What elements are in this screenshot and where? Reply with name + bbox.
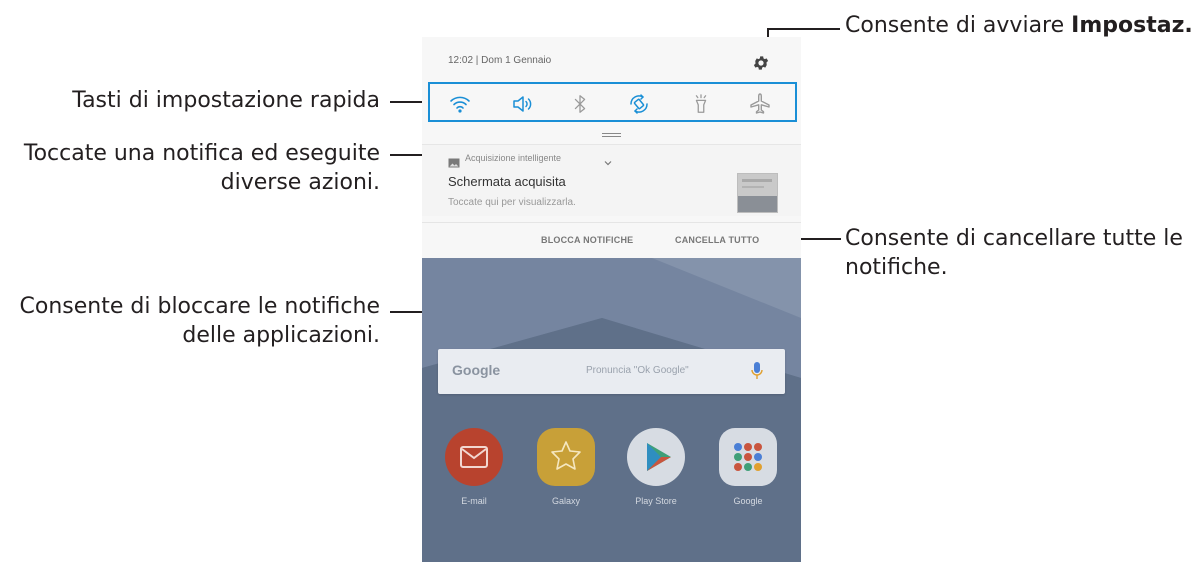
callout-clear-all-line1: Consente di cancellare tutte le [845, 226, 1183, 251]
status-bar: 12:02 | Dom 1 Gennaio [422, 37, 801, 83]
airplane-icon[interactable] [745, 89, 775, 119]
notification-title: Schermata acquisita [448, 174, 566, 189]
sound-icon[interactable] [507, 89, 537, 119]
notification-card[interactable]: Acquisizione intelligente Schermata acqu… [422, 144, 801, 216]
app-label-play-store: Play Store [635, 496, 677, 506]
quick-settings-row [422, 83, 801, 123]
callout-clear-all: Consente di cancellare tutte le notifich… [845, 225, 1194, 282]
block-notifications-button[interactable]: BLOCCA NOTIFICHE [541, 235, 633, 245]
home-screen: Google Pronuncia "Ok Google" E-mail Gala… [422, 258, 801, 562]
auto-rotate-icon[interactable] [624, 89, 654, 119]
google-logo: Google [452, 362, 501, 378]
gallery-icon [448, 153, 460, 168]
app-label-google: Google [733, 496, 763, 506]
phone-screen: 12:02 | Dom 1 Gennaio Acquisizione intel… [422, 37, 801, 562]
app-label-email: E-mail [461, 496, 487, 506]
callout-clear-all-line2: notifiche. [845, 254, 948, 280]
google-search-bar[interactable]: Google Pronuncia "Ok Google" [438, 349, 785, 394]
callout-block: Consente di bloccare le notifiche delle … [0, 293, 380, 350]
wifi-icon[interactable] [445, 89, 475, 119]
callout-notification-line2: diverse azioni. [220, 169, 380, 195]
callout-block-line2: delle applicazioni. [182, 322, 380, 348]
search-hint: Pronuncia "Ok Google" [586, 365, 689, 376]
settings-icon[interactable] [752, 54, 770, 72]
callout-quick-settings: Tasti di impostazione rapida [72, 88, 380, 113]
leader-settings [767, 28, 840, 30]
home-wallpaper [422, 258, 801, 562]
app-icon-play-store[interactable] [627, 428, 685, 486]
notification-app-name: Acquisizione intelligente [465, 153, 562, 163]
notification-actions: BLOCCA NOTIFICHE CANCELLA TUTTO [422, 222, 801, 258]
flashlight-icon[interactable] [686, 89, 716, 119]
drag-handle[interactable] [602, 133, 621, 137]
app-icon-google-folder[interactable] [719, 428, 777, 486]
callout-settings: Consente di avviare Impostaz. [845, 12, 1194, 41]
clear-all-button[interactable]: CANCELLA TUTTO [675, 235, 759, 245]
callout-block-line1: Consente di bloccare le notifiche [19, 294, 380, 319]
chevron-down-icon[interactable] [603, 153, 613, 166]
callout-settings-bold: Impostaz. [1071, 13, 1193, 38]
bluetooth-icon[interactable] [565, 89, 595, 119]
callout-settings-prefix: Consente di avviare [845, 13, 1072, 38]
app-icon-galaxy[interactable] [537, 428, 595, 486]
app-label-galaxy: Galaxy [551, 496, 580, 506]
notification-subtitle: Toccate qui per visualizzarla. [448, 197, 576, 208]
screenshot-thumbnail [737, 173, 778, 213]
microphone-icon[interactable] [749, 361, 765, 381]
callout-notification: Toccate una notifica ed eseguite diverse… [0, 140, 380, 197]
status-date: 12:02 | Dom 1 Gennaio [448, 55, 552, 66]
app-icon-email[interactable] [445, 428, 503, 486]
callout-notification-line1: Toccate una notifica ed eseguite [23, 141, 380, 166]
